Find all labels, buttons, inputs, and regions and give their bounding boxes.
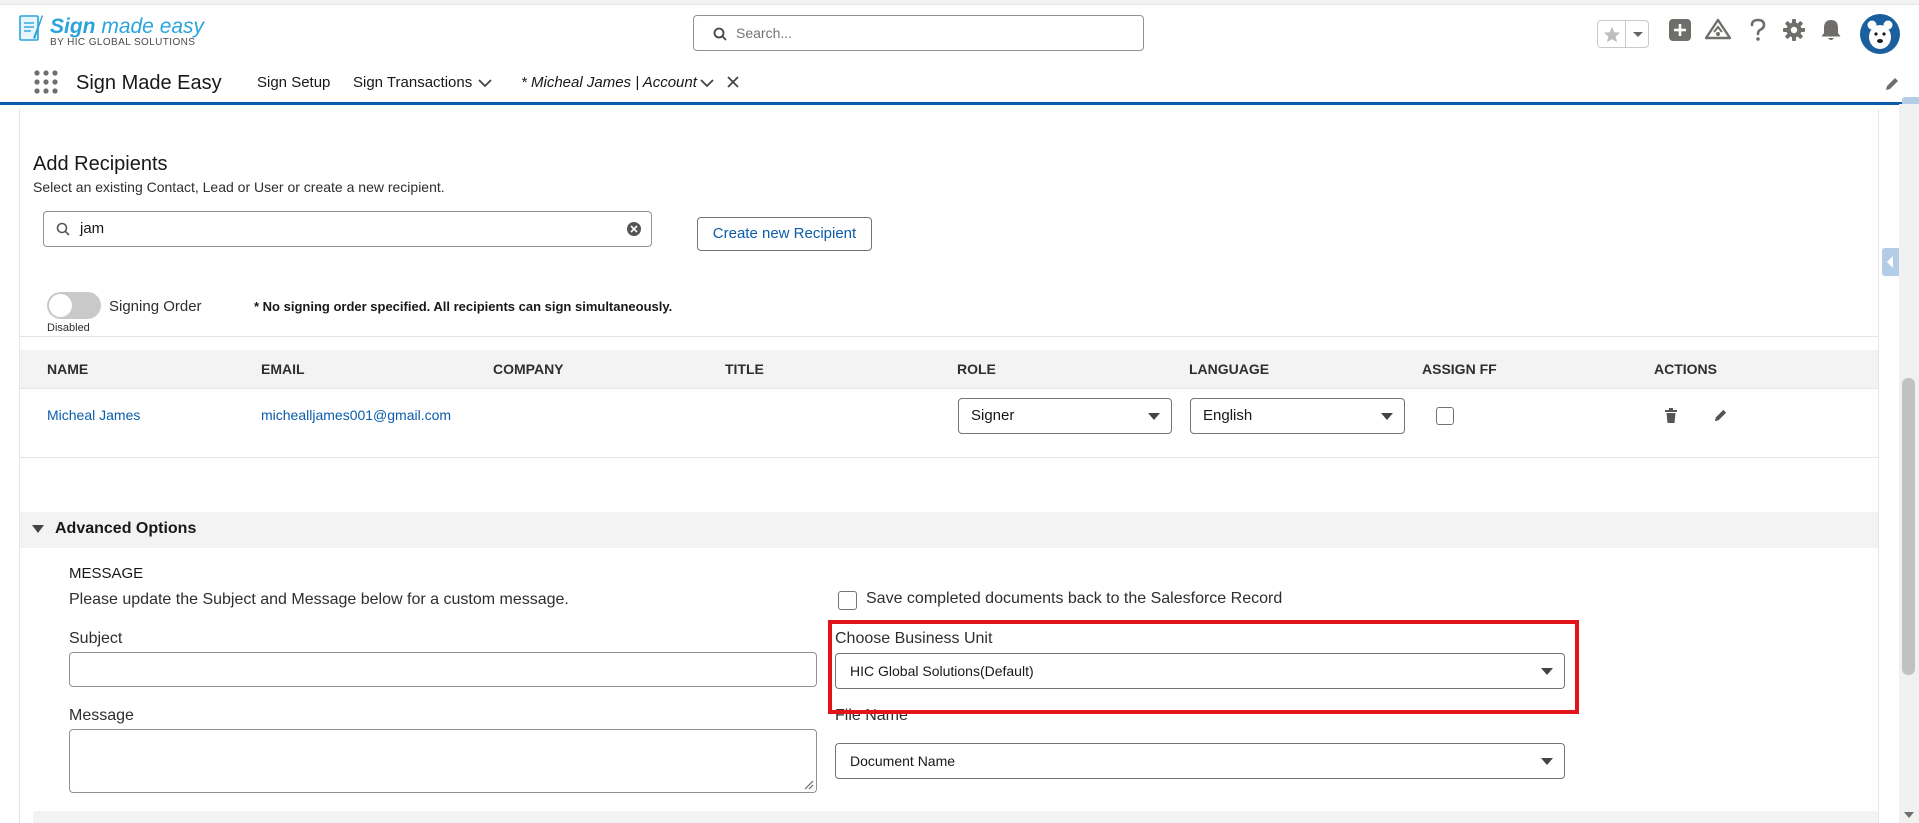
delete-icon[interactable]	[1664, 408, 1678, 424]
utility-side-tab[interactable]	[1882, 248, 1899, 276]
favorites-button[interactable]	[1597, 20, 1649, 48]
logo-title: Sign made easy	[50, 15, 205, 38]
clear-icon[interactable]	[626, 221, 642, 237]
chevron-down-icon	[1381, 413, 1393, 421]
logo-subtitle: BY HIC GLOBAL SOLUTIONS	[50, 37, 196, 48]
recipient-search-input[interactable]: jam	[43, 211, 652, 247]
next-section-header	[33, 811, 1878, 823]
chevron-down-icon[interactable]	[700, 78, 714, 88]
advanced-options-title[interactable]: Advanced Options	[55, 520, 196, 538]
user-avatar[interactable]	[1860, 14, 1900, 54]
signing-order-state: Disabled	[47, 322, 90, 334]
recipient-search-value[interactable]: jam	[80, 220, 104, 237]
signing-order-label: Signing Order	[109, 298, 202, 315]
toggle-knob	[49, 294, 72, 317]
message-label: Message	[69, 707, 134, 724]
section-title: Add Recipients	[33, 153, 168, 175]
favorites-star-icon[interactable]	[1603, 26, 1621, 44]
language-value: English	[1203, 407, 1253, 424]
chevron-down-icon	[1541, 758, 1553, 766]
recipient-email-link[interactable]: michealljames001@gmail.com	[261, 407, 451, 423]
notifications-bell-icon[interactable]	[1820, 18, 1842, 42]
column-header-language: LANGUAGE	[1189, 361, 1270, 377]
divider	[20, 336, 1878, 337]
message-subtitle: Please update the Subject and Message be…	[69, 591, 569, 608]
column-header-role: ROLE	[957, 361, 996, 377]
scrollbar-thumb[interactable]	[1902, 378, 1915, 675]
column-header-title: TITLE	[725, 361, 764, 377]
chevron-down-icon[interactable]	[1625, 21, 1649, 47]
file-name-value: Document Name	[850, 753, 956, 769]
search-icon	[56, 222, 70, 236]
column-header-email: EMAIL	[261, 361, 305, 377]
language-select[interactable]: English	[1190, 398, 1405, 434]
section-subtitle: Select an existing Contact, Lead or User…	[33, 179, 445, 195]
edit-pencil-icon[interactable]	[1884, 76, 1900, 92]
save-back-label: Save completed documents back to the Sal…	[866, 590, 1283, 607]
subject-input[interactable]	[69, 652, 817, 687]
app-launcher-icon[interactable]	[33, 69, 59, 95]
role-value: Signer	[971, 407, 1015, 424]
role-select[interactable]: Signer	[958, 398, 1172, 434]
column-header-name: NAME	[47, 361, 89, 377]
create-new-recipient-button[interactable]: Create new Recipient	[697, 217, 872, 251]
recipient-name-link[interactable]: Micheal James	[47, 407, 140, 423]
app-name: Sign Made Easy	[76, 72, 222, 94]
edit-pencil-icon[interactable]	[1713, 408, 1728, 423]
message-textarea[interactable]	[69, 729, 817, 793]
close-icon[interactable]	[727, 76, 739, 88]
document-logo-icon	[18, 12, 44, 44]
column-header-assign-ff: ASSIGN FF	[1422, 361, 1497, 377]
nav-tab-sign-setup[interactable]: Sign Setup	[257, 74, 330, 91]
column-header-actions: ACTIONS	[1654, 361, 1717, 377]
caret-down-icon[interactable]	[32, 525, 44, 534]
message-heading: MESSAGE	[69, 565, 144, 582]
search-placeholder: Search...	[736, 25, 793, 41]
highlight-box	[828, 620, 1579, 714]
nav-tab-account-record[interactable]: * Micheal James | Account	[521, 74, 697, 91]
signing-order-note: * No signing order specified. All recipi…	[254, 299, 673, 314]
scroll-down-arrow-icon[interactable]	[1903, 810, 1915, 820]
chevron-down-icon	[1148, 413, 1160, 421]
file-name-select[interactable]: Document Name	[835, 743, 1565, 779]
advanced-options-header[interactable]	[20, 512, 1878, 548]
chevron-down-icon[interactable]	[478, 78, 492, 88]
divider	[20, 457, 1878, 458]
setup-gear-icon[interactable]	[1782, 18, 1806, 42]
subject-label: Subject	[69, 630, 123, 647]
signing-order-toggle[interactable]	[47, 292, 101, 319]
assign-ff-checkbox[interactable]	[1436, 407, 1454, 425]
resize-handle-icon[interactable]	[804, 780, 814, 790]
nav-tab-sign-transactions[interactable]: Sign Transactions	[353, 74, 472, 91]
help-icon[interactable]	[1748, 18, 1768, 42]
save-back-checkbox[interactable]	[838, 591, 857, 610]
column-header-company: COMPANY	[493, 361, 564, 377]
global-search-input[interactable]: Search...	[693, 15, 1144, 51]
search-icon	[713, 27, 727, 41]
add-icon[interactable]	[1668, 18, 1692, 42]
trailhead-icon[interactable]	[1705, 18, 1731, 42]
